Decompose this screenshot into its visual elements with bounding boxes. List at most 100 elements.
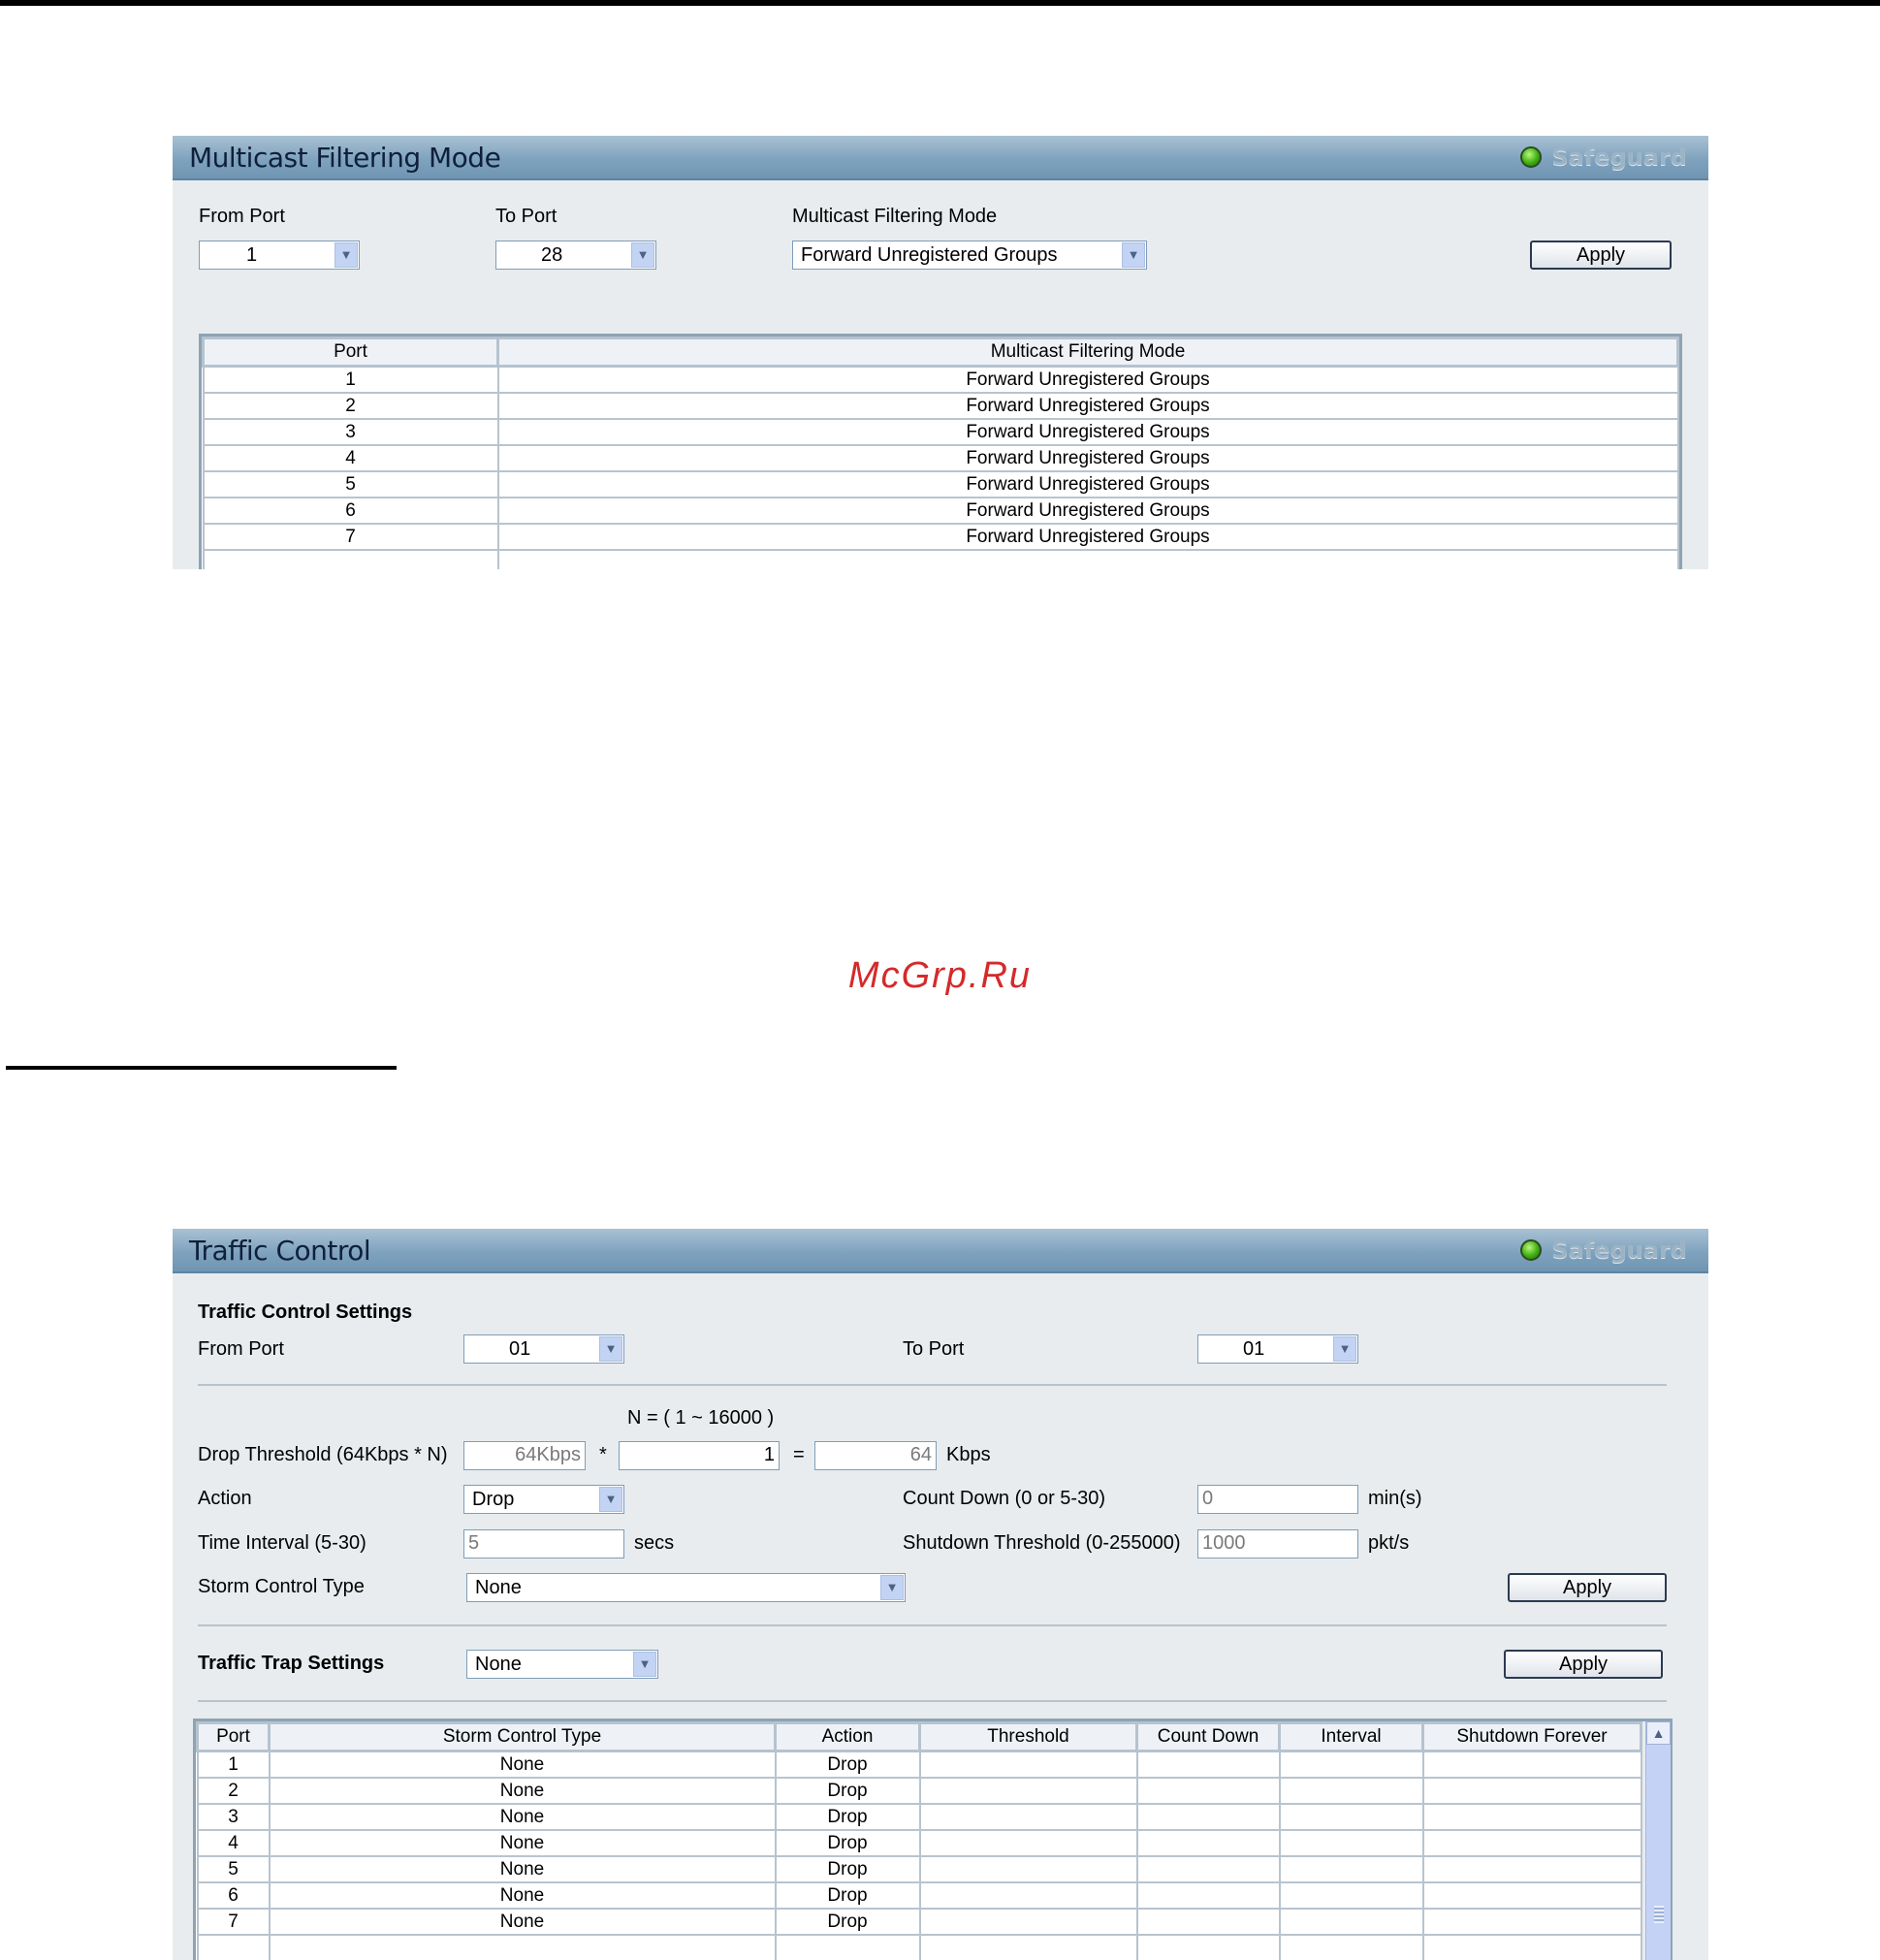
n-value-input[interactable]: 1 (619, 1441, 780, 1470)
threshold-cell (918, 1856, 1138, 1883)
time-interval-input[interactable]: 5 (463, 1529, 624, 1558)
port-cell: 4 (196, 1830, 271, 1857)
safeguard-indicator: Safeguard (1520, 144, 1687, 171)
port-cell: 1 (202, 366, 499, 394)
shutdown-threshold-input[interactable]: 1000 (1197, 1529, 1358, 1558)
from-port-select[interactable]: 1 ▼ (199, 241, 360, 270)
port-cell: 3 (202, 419, 499, 446)
from-port-select[interactable]: 01 ▼ (463, 1334, 624, 1364)
apply-trap-button[interactable]: Apply (1504, 1650, 1663, 1679)
column-header-port: Port (202, 337, 499, 368)
count-down-cell (1135, 1856, 1281, 1883)
panel-title: Multicast Filtering Mode (189, 142, 501, 174)
apply-settings-button[interactable]: Apply (1508, 1573, 1667, 1602)
mode-value: Forward Unregistered Groups (801, 244, 1058, 266)
interval-cell (1278, 1751, 1424, 1779)
table-row: 5 None Drop (196, 1856, 1642, 1883)
scroll-grip-icon[interactable] (1654, 1906, 1664, 1923)
from-port-value: 01 (509, 1338, 531, 1360)
count-down-cell (1135, 1882, 1281, 1910)
to-port-value: 28 (541, 244, 563, 266)
type-cell: None (268, 1804, 777, 1831)
to-port-value: 01 (1243, 1338, 1265, 1360)
action-cell: Drop (774, 1830, 921, 1857)
to-port-label: To Port (903, 1338, 965, 1360)
type-cell: None (268, 1856, 777, 1883)
count-down-cell (1135, 1778, 1281, 1805)
table-row: 5 Forward Unregistered Groups (202, 471, 1679, 498)
status-led-icon (1520, 146, 1543, 168)
type-cell: None (268, 1751, 777, 1779)
type-cell-cut (268, 1935, 777, 1960)
storm-control-type-select[interactable]: None ▼ (466, 1573, 906, 1602)
threshold-cell (918, 1778, 1138, 1805)
kbps-unit: Kbps (946, 1444, 991, 1465)
column-header-shutdown-forever: Shutdown Forever (1421, 1721, 1642, 1752)
count-down-cell-cut (1135, 1935, 1281, 1960)
mode-cell: Forward Unregistered Groups (496, 393, 1679, 420)
action-cell: Drop (774, 1882, 921, 1910)
table-row-cut (202, 550, 1679, 569)
panel-title: Traffic Control (189, 1235, 371, 1267)
chevron-down-icon: ▼ (1122, 242, 1145, 268)
traffic-trap-label: Traffic Trap Settings (198, 1653, 385, 1674)
interval-cell (1278, 1856, 1424, 1883)
interval-cell (1278, 1909, 1424, 1936)
mode-cell: Forward Unregistered Groups (496, 366, 1679, 394)
chevron-down-icon: ▼ (633, 1652, 656, 1677)
action-cell: Drop (774, 1751, 921, 1779)
divider (198, 1700, 1667, 1702)
action-cell-cut (774, 1935, 921, 1960)
traffic-trap-select[interactable]: None ▼ (466, 1650, 658, 1679)
port-cell: 7 (196, 1909, 271, 1936)
traffic-control-table: Port Storm Control Type Action Threshold… (196, 1721, 1642, 1960)
column-header-interval: Interval (1278, 1721, 1424, 1752)
mins-unit: min(s) (1368, 1488, 1422, 1509)
mode-cell: Forward Unregistered Groups (496, 498, 1679, 525)
shutdown-forever-cell (1421, 1804, 1642, 1831)
port-cell: 5 (196, 1856, 271, 1883)
equals-sign: = (793, 1444, 805, 1465)
to-port-select[interactable]: 01 ▼ (1197, 1334, 1358, 1364)
port-cell: 1 (196, 1751, 271, 1779)
action-select[interactable]: Drop ▼ (463, 1485, 624, 1514)
count-down-input[interactable]: 0 (1197, 1485, 1358, 1514)
port-cell: 3 (196, 1804, 271, 1831)
column-header-mode: Multicast Filtering Mode (496, 337, 1679, 368)
result-field: 64 (814, 1441, 937, 1470)
shutdown-threshold-label: Shutdown Threshold (0-255000) (903, 1532, 1181, 1554)
to-port-select[interactable]: 28 ▼ (495, 241, 656, 270)
chevron-down-icon: ▼ (1333, 1336, 1356, 1362)
multiply-sign: * (599, 1444, 607, 1465)
column-header-port: Port (196, 1721, 271, 1752)
table-row: 3 None Drop (196, 1804, 1642, 1831)
n-range-label: N = ( 1 ~ 16000 ) (627, 1407, 775, 1429)
action-cell: Drop (774, 1804, 921, 1831)
top-border (0, 0, 1880, 6)
count-down-label: Count Down (0 or 5-30) (903, 1488, 1105, 1509)
traffic-trap-value: None (475, 1654, 522, 1675)
interval-cell (1278, 1882, 1424, 1910)
table-row: 4 None Drop (196, 1830, 1642, 1857)
table-row: 6 Forward Unregistered Groups (202, 498, 1679, 525)
scroll-up-arrow-icon[interactable]: ▲ (1646, 1721, 1671, 1745)
mode-cell: Forward Unregistered Groups (496, 419, 1679, 446)
table-row: 3 Forward Unregistered Groups (202, 419, 1679, 446)
type-cell: None (268, 1909, 777, 1936)
watermark-text: McGrp.Ru (847, 955, 1033, 996)
safeguard-label: Safeguard (1551, 144, 1687, 171)
chevron-down-icon: ▼ (599, 1487, 622, 1512)
apply-button[interactable]: Apply (1530, 241, 1672, 270)
shutdown-forever-cell (1421, 1778, 1642, 1805)
to-port-label: To Port (495, 206, 558, 227)
shutdown-forever-cell (1421, 1909, 1642, 1936)
shutdown-forever-cell-cut (1421, 1935, 1642, 1960)
shutdown-forever-cell (1421, 1856, 1642, 1883)
type-cell: None (268, 1882, 777, 1910)
table-row-cut (196, 1935, 1642, 1960)
action-cell: Drop (774, 1778, 921, 1805)
chevron-down-icon: ▼ (631, 242, 654, 268)
mode-select[interactable]: Forward Unregistered Groups ▼ (792, 241, 1147, 270)
threshold-cell (918, 1909, 1138, 1936)
table-scrollbar[interactable]: ▲ (1645, 1721, 1671, 1960)
